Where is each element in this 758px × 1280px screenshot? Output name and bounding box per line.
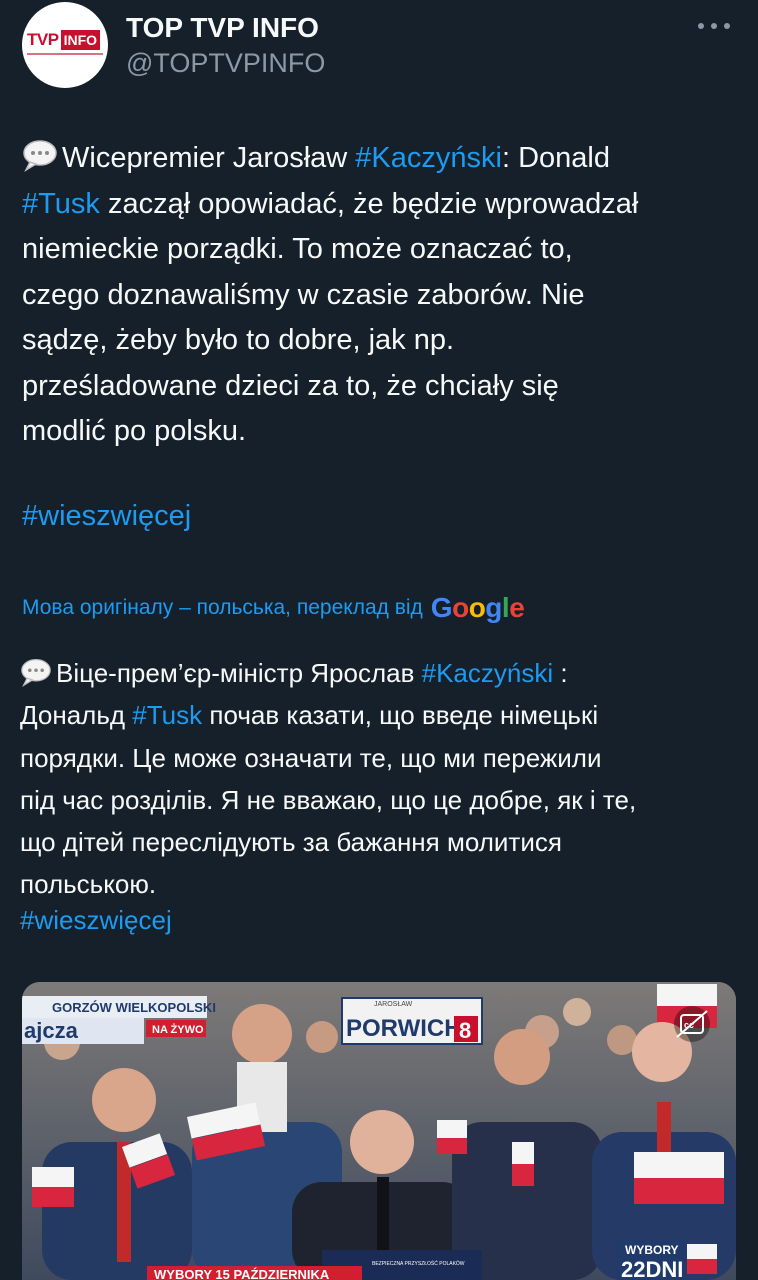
translation-notice[interactable]: Мова оригіналу – польська, переклад від … bbox=[22, 592, 525, 624]
text-segment: порядки. Це може означати те, що ми пере… bbox=[20, 742, 602, 773]
more-dot bbox=[698, 23, 704, 29]
google-letter: o bbox=[468, 592, 486, 623]
translated-text: Віце-прем’єр-міністр Ярослав #Kaczyński … bbox=[20, 652, 740, 906]
account-avatar[interactable]: TVP INFO bbox=[22, 2, 108, 88]
google-logo: Google bbox=[430, 592, 525, 624]
more-dot bbox=[724, 23, 730, 29]
text-segment: zaczął opowiadać, że będzie wprowadzał bbox=[99, 187, 639, 220]
hashtag-link[interactable]: #Kaczyński bbox=[355, 142, 502, 174]
tweet-header: TVP INFO TOP TVP INFO @TOPTVPINFO bbox=[22, 2, 736, 92]
text-segment: що дітей переслідують за бажання молитис… bbox=[20, 827, 562, 858]
text-segment: : bbox=[553, 658, 568, 688]
countdown-label: WYBORY bbox=[625, 1243, 679, 1257]
live-badge-text: NA ŻYWO bbox=[152, 1023, 204, 1036]
text-line: що дітей переслідують за бажання молитис… bbox=[20, 821, 740, 863]
text-segment: modlić po polsku. bbox=[22, 415, 247, 447]
text-line: #Tusk zaczął opowiadać, że będzie wprowa… bbox=[22, 182, 742, 228]
google-letter: G bbox=[430, 592, 453, 623]
name-bar-text: ajcza bbox=[24, 1018, 79, 1043]
location-banner-text: GORZÓW WIELKOPOLSKI bbox=[52, 1000, 216, 1015]
text-segment: prześladowane dzieci za to, że chciały s… bbox=[22, 369, 559, 402]
hashtag-link[interactable]: #Tusk bbox=[22, 188, 100, 220]
account-display-name[interactable]: TOP TVP INFO bbox=[126, 12, 319, 44]
text-line: prześladowane dzieci za to, że chciały s… bbox=[22, 364, 742, 410]
countdown-value: 22DNI bbox=[621, 1257, 683, 1280]
speech-bubble-icon bbox=[22, 138, 58, 172]
tweet-hashtag-link[interactable]: #wieszwięcej bbox=[22, 500, 191, 533]
video-frame: BEZPIECZNA PRZYSZŁOŚĆ POLAKÓW GORZÓW WIE… bbox=[22, 982, 736, 1280]
text-segment: почав казати, що введе німецькі bbox=[202, 700, 599, 731]
logo-underline bbox=[27, 53, 103, 55]
logo-info-text: INFO bbox=[60, 30, 101, 50]
bottom-ticker-text: WYBORY 15 PAŹDZIERNIKA bbox=[154, 1267, 330, 1280]
tvp-info-logo: TVP INFO bbox=[27, 29, 103, 51]
sign-number-text: 8 bbox=[459, 1018, 471, 1043]
text-line: niemieckie porządki. To może oznaczać to… bbox=[22, 227, 742, 273]
text-line: порядки. Це може означати те, що ми пере… bbox=[20, 737, 740, 779]
text-line: czego doznawaliśmy w czasie zaborów. Nie bbox=[22, 273, 742, 319]
more-dot bbox=[711, 23, 717, 29]
text-segment: Віце-прем’єр-міністр Ярослав bbox=[56, 658, 422, 688]
sign-text: PORWICH bbox=[346, 1015, 462, 1042]
text-line: під час розділів. Я не вважаю, що це доб… bbox=[20, 779, 740, 821]
podium-text: BEZPIECZNA PRZYSZŁOŚĆ POLAKÓW bbox=[372, 1259, 465, 1267]
text-segment: sądzę, żeby było to dobre, jak np. bbox=[22, 324, 455, 356]
google-letter: o bbox=[452, 592, 469, 623]
text-segment: czego doznawaliśmy w czasie zaborów. Nie bbox=[22, 278, 585, 311]
text-segment: Wicepremier Jarosław bbox=[62, 142, 356, 174]
logo-tvp-text: TVP bbox=[27, 30, 59, 49]
more-options-button[interactable] bbox=[698, 12, 730, 40]
translation-notice-text: Мова оригіналу – польська, переклад від bbox=[22, 596, 423, 619]
speech-bubble-icon bbox=[20, 657, 52, 687]
text-line: sądzę, żeby było to dobre, jak np. bbox=[22, 318, 742, 364]
translated-hashtag-link[interactable]: #wieszwięcej bbox=[20, 905, 172, 936]
text-line: Дональд #Tusk почав казати, що введе нім… bbox=[20, 694, 740, 736]
text-line: modlić po polsku. bbox=[22, 409, 742, 455]
hashtag-link[interactable]: #Kaczyński bbox=[422, 658, 554, 688]
text-segment: niemieckie porządki. To może oznaczać to… bbox=[22, 233, 573, 265]
text-segment: під час розділів. Я не вважаю, що це доб… bbox=[20, 784, 637, 815]
google-letter: g bbox=[485, 592, 502, 623]
text-line: польською. bbox=[20, 863, 740, 905]
text-line: Wicepremier Jarosław #Kaczyński: Donald bbox=[22, 136, 742, 182]
closed-captions-icon[interactable]: cc bbox=[674, 1006, 710, 1042]
text-segment: : Donald bbox=[501, 142, 610, 174]
google-letter: e bbox=[509, 592, 525, 623]
text-line: Віце-прем’єр-міністр Ярослав #Kaczyński … bbox=[20, 652, 740, 694]
hashtag-link[interactable]: #Tusk bbox=[132, 700, 202, 730]
tweet-text: Wicepremier Jarosław #Kaczyński: Donald #… bbox=[22, 136, 742, 455]
text-segment: польською. bbox=[20, 869, 157, 900]
text-segment: Дональд bbox=[20, 700, 133, 731]
account-handle[interactable]: @TOPTVPINFO bbox=[126, 48, 325, 79]
tweet-media-video[interactable]: BEZPIECZNA PRZYSZŁOŚĆ POLAKÓW GORZÓW WIE… bbox=[22, 982, 736, 1280]
sign-small-text: JAROSŁAW bbox=[374, 1001, 413, 1008]
